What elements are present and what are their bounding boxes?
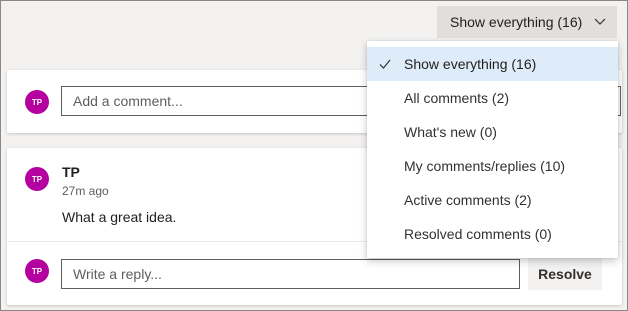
reply-avatar: TP	[25, 259, 49, 283]
filter-dropdown-button[interactable]: Show everything (16)	[437, 6, 617, 38]
filter-button-label: Show everything (16)	[450, 14, 583, 30]
comment-text: What a great idea.	[62, 209, 177, 225]
avatar: TP	[25, 167, 49, 191]
reply-input[interactable]	[61, 259, 520, 289]
comment-author: TP	[62, 164, 80, 180]
chevron-down-icon	[594, 18, 606, 25]
menu-item-whats-new[interactable]: What's new (0)	[367, 115, 618, 149]
menu-item-label: Active comments (2)	[404, 192, 532, 208]
menu-item-resolved-comments[interactable]: Resolved comments (0)	[367, 217, 618, 251]
menu-item-show-everything[interactable]: Show everything (16)	[367, 47, 618, 81]
comment-timestamp: 27m ago	[62, 184, 109, 198]
avatar: TP	[25, 90, 49, 114]
menu-item-label: My comments/replies (10)	[404, 158, 566, 174]
menu-item-label: What's new (0)	[404, 124, 497, 140]
menu-item-label: Resolved comments (0)	[404, 226, 552, 242]
filter-dropdown-menu: Show everything (16) All comments (2) Wh…	[367, 41, 618, 258]
comments-pane: Show everything (16) TP TP TP 27m ago Wh…	[0, 0, 628, 311]
checkmark-icon	[379, 59, 391, 69]
menu-item-my-comments-replies[interactable]: My comments/replies (10)	[367, 149, 618, 183]
menu-item-label: Show everything (16)	[404, 56, 537, 72]
menu-item-label: All comments (2)	[404, 90, 510, 106]
menu-item-all-comments[interactable]: All comments (2)	[367, 81, 618, 115]
resolve-button[interactable]: Resolve	[528, 258, 602, 290]
menu-item-active-comments[interactable]: Active comments (2)	[367, 183, 618, 217]
